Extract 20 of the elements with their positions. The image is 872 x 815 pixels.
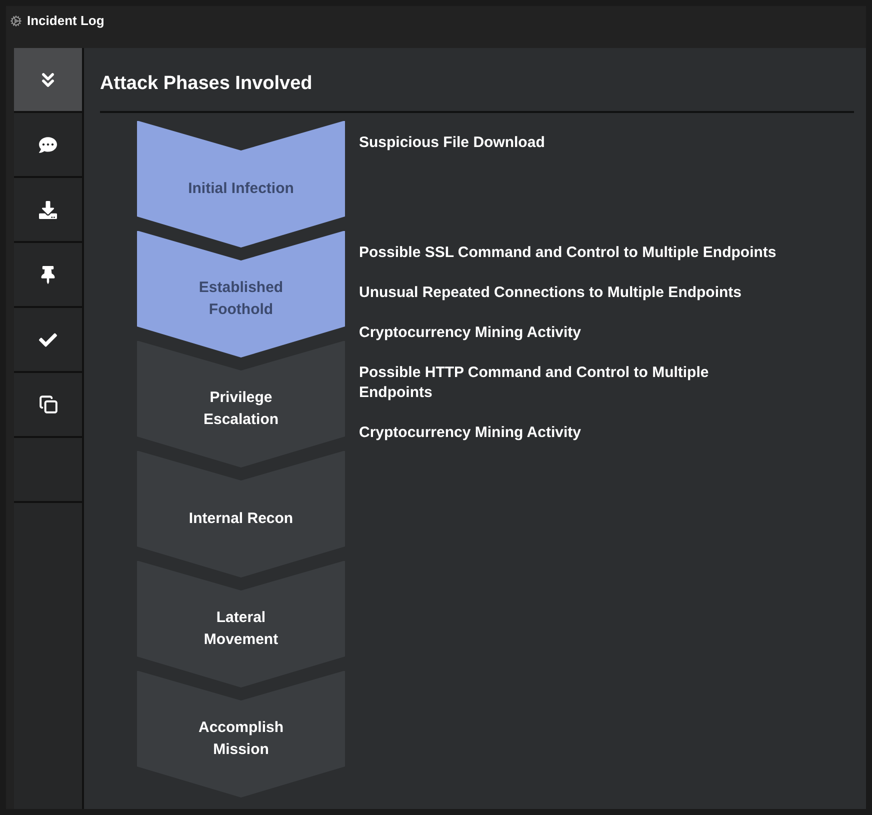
pin-icon: [39, 266, 57, 284]
phase-chevron: Accomplish Mission: [137, 670, 345, 798]
alert-text: Possible HTTP Command and Control to Multiple Endpoints: [359, 362, 710, 402]
copy-icon: [38, 395, 58, 414]
phase-chevron: Lateral Movement: [137, 560, 345, 688]
phase-chevron: Established Foothold: [137, 230, 345, 358]
alert-text: Cryptocurrency Mining Activity: [359, 422, 582, 442]
alert-text: Cryptocurrency Mining Activity: [359, 322, 582, 342]
window-title: Incident Log: [27, 12, 104, 30]
phase-chevron: Privilege Escalation: [137, 340, 345, 468]
section-title: Attack Phases Involved: [100, 48, 854, 112]
alert-text: Unusual Repeated Connections to Multiple Endpoints: [359, 282, 743, 302]
phase-chevron: Initial Infection: [137, 120, 345, 248]
download-icon: [39, 200, 57, 218]
phase-chevron: Internal Recon: [137, 450, 345, 578]
alert-text: Suspicious File Download: [359, 132, 546, 152]
comment-icon: [39, 136, 57, 154]
logo-icon: [10, 15, 22, 27]
check-icon: [39, 330, 57, 348]
alert-text: Possible SSL Command and Control to Multiple Endpoints: [359, 242, 778, 262]
